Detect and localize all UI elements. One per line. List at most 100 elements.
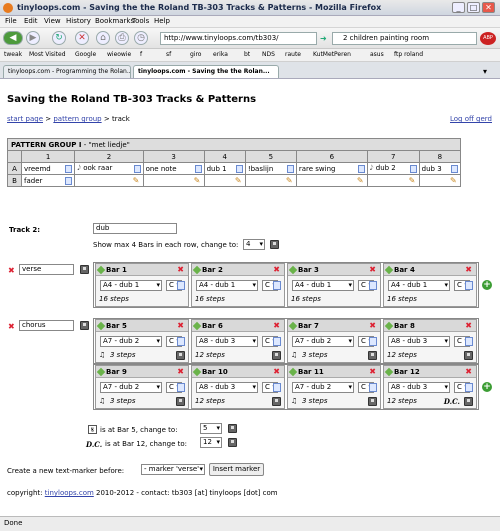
pattern-select[interactable]: A7 - dub 2	[100, 382, 162, 393]
note-icon[interactable]	[409, 165, 417, 173]
pattern-select[interactable]: A4 - dub 1	[196, 280, 258, 291]
pencil-icon[interactable]: ✎	[235, 177, 243, 185]
pattern-select[interactable]: A8 - dub 3	[196, 382, 258, 393]
bookmark-item[interactable]: NDS	[262, 51, 275, 58]
bars-per-row-select[interactable]: 4	[243, 239, 265, 250]
menu-file[interactable]: File	[5, 17, 17, 25]
url-bar[interactable]: http://www.tinyloops.com/tb303/	[160, 32, 317, 45]
delete-marker-icon[interactable]: ✖	[8, 266, 15, 275]
bookmark-item[interactable]: wieowie	[107, 51, 131, 58]
note-icon[interactable]	[177, 383, 185, 392]
pattern-select[interactable]: A4 - dub 1	[292, 280, 354, 291]
note-icon[interactable]	[273, 337, 281, 346]
delete-bar-icon[interactable]: ✖	[177, 321, 184, 330]
tab-list-icon[interactable]: ▾	[483, 67, 487, 76]
pattern-cell[interactable]: one note	[142, 162, 205, 175]
marker-position-select[interactable]: - marker 'verse'	[141, 464, 205, 475]
note-icon[interactable]	[465, 383, 473, 392]
save-icon[interactable]	[228, 438, 237, 447]
pattern-cell[interactable]: 𝅘𝅥𝅮 dub 2	[366, 162, 420, 175]
pattern-cell[interactable]: !baslijn	[244, 162, 297, 175]
delete-bar-icon[interactable]: ✖	[369, 367, 376, 376]
delete-marker-icon[interactable]: ✖	[8, 322, 15, 331]
note-icon[interactable]	[194, 165, 202, 173]
delete-bar-icon[interactable]: ✖	[465, 265, 472, 274]
pencil-icon[interactable]: ✎	[450, 177, 458, 185]
pattern-cell[interactable]: dub 3	[418, 162, 462, 175]
marker-input[interactable]: chorus	[19, 320, 74, 331]
pattern-select[interactable]: A4 - dub 1	[100, 280, 162, 291]
stop-icon[interactable]: ✕	[75, 31, 89, 45]
note-icon[interactable]	[273, 281, 281, 290]
bookmark-item[interactable]: erika	[213, 51, 228, 58]
note-icon[interactable]	[369, 281, 377, 290]
pattern-cell[interactable]: ✎	[74, 174, 144, 187]
minimize-button[interactable]: _	[452, 2, 465, 13]
insert-marker-button[interactable]: Insert marker	[209, 463, 264, 476]
pencil-icon[interactable]: ✎	[286, 177, 294, 185]
bookmark-item[interactable]: asus	[370, 51, 384, 58]
segno-select[interactable]: 5	[200, 423, 222, 434]
bookmark-item[interactable]: ftp roland	[394, 51, 423, 58]
save-icon[interactable]	[176, 351, 185, 360]
pencil-icon[interactable]: ✎	[357, 177, 365, 185]
note-icon[interactable]	[65, 177, 73, 185]
delete-bar-icon[interactable]: ✖	[177, 367, 184, 376]
menu-view[interactable]: View	[44, 17, 61, 25]
search-input[interactable]: 2 children painting room	[332, 32, 477, 45]
note-icon[interactable]	[451, 165, 458, 173]
bookmark-item[interactable]: Most Visited	[29, 51, 66, 58]
bookmark-item[interactable]: giro	[190, 51, 201, 58]
note-icon[interactable]	[357, 165, 365, 173]
note-icon[interactable]	[235, 165, 243, 173]
save-icon[interactable]	[272, 397, 281, 406]
save-icon[interactable]	[80, 321, 89, 330]
forward-button[interactable]: ▶	[26, 31, 40, 45]
save-icon[interactable]	[464, 397, 473, 406]
bookmark-item[interactable]: KutMetPeren	[313, 51, 351, 58]
note-icon[interactable]	[369, 383, 377, 392]
pencil-icon[interactable]: ✎	[409, 177, 417, 185]
note-icon[interactable]	[177, 281, 185, 290]
pencil-icon[interactable]: ✎	[194, 177, 202, 185]
dc-select[interactable]: 12	[200, 437, 222, 448]
bookmark-item[interactable]: bt	[244, 51, 250, 58]
breadcrumb-start-link[interactable]: start page	[7, 115, 43, 123]
save-icon[interactable]	[464, 351, 473, 360]
save-icon[interactable]	[368, 397, 377, 406]
pattern-cell[interactable]: dub 1	[203, 162, 246, 175]
save-icon[interactable]	[176, 397, 185, 406]
save-icon[interactable]	[272, 351, 281, 360]
delete-bar-icon[interactable]: ✖	[273, 367, 280, 376]
pattern-cell[interactable]: ✎	[142, 174, 205, 187]
note-icon[interactable]	[465, 281, 473, 290]
save-icon[interactable]	[368, 351, 377, 360]
history-icon[interactable]: ◷	[134, 31, 148, 45]
delete-bar-icon[interactable]: ✖	[273, 321, 280, 330]
delete-bar-icon[interactable]: ✖	[465, 321, 472, 330]
delete-bar-icon[interactable]: ✖	[369, 265, 376, 274]
note-icon[interactable]	[273, 383, 281, 392]
reload-icon[interactable]: ↻	[52, 31, 66, 45]
menu-tools[interactable]: Tools	[132, 17, 149, 25]
menu-bookmarks[interactable]: Bookmarks	[95, 17, 134, 25]
bookmark-item[interactable]: raute	[285, 51, 301, 58]
menu-help[interactable]: Help	[154, 17, 170, 25]
note-icon[interactable]	[177, 337, 185, 346]
note-icon[interactable]	[465, 337, 473, 346]
menu-history[interactable]: History	[66, 17, 91, 25]
pattern-cell[interactable]: ✎	[295, 174, 368, 187]
note-icon[interactable]	[65, 165, 73, 173]
back-button[interactable]: ◀	[3, 31, 23, 45]
pattern-select[interactable]: A8 - dub 3	[388, 336, 450, 347]
save-icon[interactable]	[228, 424, 237, 433]
track-name-input[interactable]: dub	[93, 223, 177, 234]
pattern-select[interactable]: A4 - dub 1	[388, 280, 450, 291]
pattern-select[interactable]: A7 - dub 2	[292, 336, 354, 347]
delete-bar-icon[interactable]: ✖	[465, 367, 472, 376]
home-icon[interactable]: ⌂	[96, 31, 110, 45]
pattern-cell[interactable]: ✎	[244, 174, 297, 187]
tab-programming[interactable]: tinyloops.com - Programming the Rolan...	[3, 65, 131, 78]
pattern-select[interactable]: A8 - dub 3	[196, 336, 258, 347]
bookmark-item[interactable]: Google	[75, 51, 96, 58]
